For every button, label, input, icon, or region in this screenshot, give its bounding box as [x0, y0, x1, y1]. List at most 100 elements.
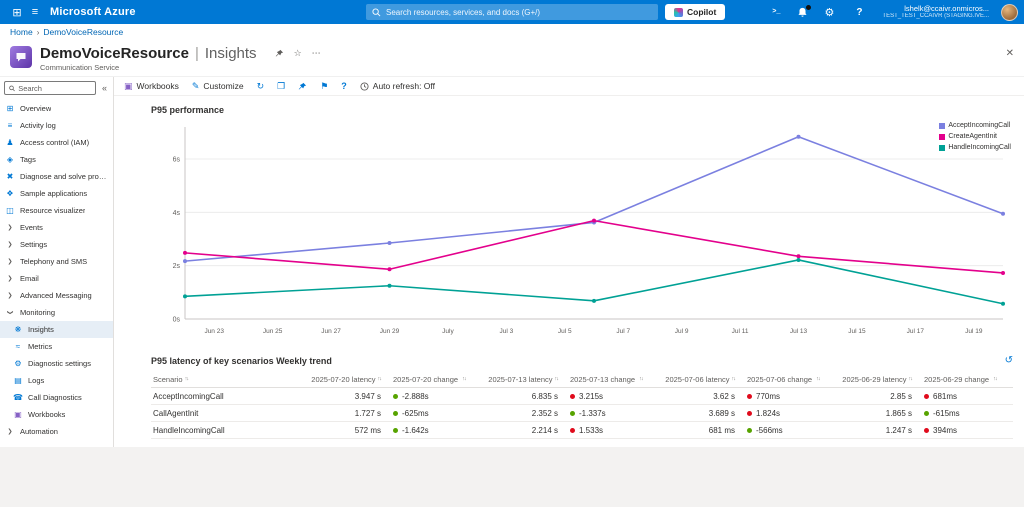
sidebar-item-advanced-messaging[interactable]: ❯Advanced Messaging	[0, 287, 113, 304]
customize-button[interactable]: ✎ Customize	[192, 81, 244, 92]
column-header-scenario[interactable]: Scenario↑↓	[151, 375, 301, 384]
workbooks-button[interactable]: ▣ Workbooks	[124, 81, 179, 92]
sidebar-item-telephony-and-sms[interactable]: ❯Telephony and SMS	[0, 253, 113, 270]
sidebar-item-logs[interactable]: ▤Logs	[0, 372, 113, 389]
sidebar-item-access-control-iam[interactable]: ♟Access control (IAM)	[0, 134, 113, 151]
sidebar-item-metrics[interactable]: ≈Metrics	[0, 338, 113, 355]
search-icon	[9, 85, 15, 92]
legend-item-handleincomingcall[interactable]: HandleIncomingCall	[939, 144, 1011, 151]
column-header-2025-07-06-change[interactable]: 2025-07-06 change↑↓	[735, 375, 832, 384]
sidebar-search[interactable]	[4, 81, 96, 95]
change-cell: 394ms	[912, 426, 1009, 435]
chart-legend: AcceptIncomingCall CreateAgentInit HandleI…	[937, 121, 1013, 152]
column-label: Scenario	[153, 375, 183, 384]
workbook-toolbar: ▣ Workbooks ✎ Customize ↻ ❐ ⚑ ? Auto ref…	[114, 77, 1024, 96]
latency-cell: 1.727 s	[301, 409, 381, 418]
trend-up-dot	[570, 394, 575, 399]
sidebar-item-tags[interactable]: ◈Tags	[0, 151, 113, 168]
svg-text:0s: 0s	[173, 317, 181, 324]
notifications-button[interactable]	[797, 7, 808, 18]
sidebar-item-label: Advanced Messaging	[20, 291, 92, 300]
breadcrumb-resource-link[interactable]: DemoVoiceResource	[43, 27, 123, 37]
pin-icon[interactable]	[275, 49, 284, 58]
scenario-cell: HandleIncomingCall	[151, 426, 301, 435]
column-header-2025-07-06-latency[interactable]: 2025-07-06 latency↑↓	[655, 375, 735, 384]
column-header-2025-06-29-change[interactable]: 2025-06-29 change↑↓	[912, 375, 1009, 384]
auto-refresh-label: Auto refresh: Off	[373, 81, 435, 91]
more-options-icon[interactable]: ⋯	[312, 48, 321, 59]
account-info[interactable]: lshelk@ccaivr.onmicros... TEST_TEST_CCAI…	[882, 4, 989, 21]
legend-swatch	[939, 134, 945, 140]
open-icon[interactable]: ❐	[277, 81, 285, 92]
page-subtitle: Insights	[205, 45, 257, 62]
p95-performance-chart: 0s2s4s6sJun 23Jun 25Jun 27Jun 29JulyJul …	[151, 119, 1013, 345]
column-header-2025-07-13-latency[interactable]: 2025-07-13 latency↑↓	[478, 375, 558, 384]
sidebar-item-settings[interactable]: ❯Settings	[0, 236, 113, 253]
sidebar-item-activity-log[interactable]: ≡Activity log	[0, 117, 113, 134]
auto-refresh-button[interactable]: Auto refresh: Off	[360, 81, 435, 91]
portal-menu-icon[interactable]: ≡	[26, 3, 44, 21]
undo-icon[interactable]: ↺	[1005, 355, 1013, 366]
pin-icon[interactable]	[298, 82, 307, 91]
change-value: -615ms	[933, 409, 960, 418]
legend-item-createagentinit[interactable]: CreateAgentInit	[939, 133, 1011, 140]
avatar[interactable]	[1001, 4, 1018, 21]
overview-icon: ⊞	[5, 104, 15, 113]
sidebar-item-workbooks[interactable]: ▣Workbooks	[0, 406, 113, 423]
close-icon[interactable]: ✕	[1006, 48, 1014, 59]
sidebar-collapse-icon[interactable]: «	[100, 83, 109, 93]
sidebar-item-monitoring[interactable]: ❯Monitoring	[0, 304, 113, 321]
feedback-flag-icon[interactable]: ⚑	[320, 81, 328, 92]
sidebar-item-automation[interactable]: ❯Automation	[0, 423, 113, 440]
workbooks-icon: ▣	[124, 81, 133, 92]
account-email: lshelk@ccaivr.onmicros...	[882, 4, 989, 13]
sidebar-item-label: Metrics	[28, 342, 52, 351]
column-header-2025-07-20-change[interactable]: 2025-07-20 change↑↓	[381, 375, 478, 384]
change-value: 3.215s	[579, 392, 603, 401]
sort-arrows-icon: ↑↓	[993, 376, 997, 382]
cloud-shell-icon[interactable]: >_	[767, 3, 785, 21]
sidebar-item-label: Sample applications	[20, 189, 87, 198]
chevron-right-icon: ❯	[5, 241, 15, 248]
help-icon[interactable]: ?	[850, 3, 868, 21]
sidebar-item-resource-visualizer[interactable]: ◫Resource visualizer	[0, 202, 113, 219]
sidebar-item-diagnostic-settings[interactable]: ⚙Diagnostic settings	[0, 355, 113, 372]
breadcrumb-home-link[interactable]: Home	[10, 27, 33, 37]
sidebar-item-insights[interactable]: ❋Insights	[0, 321, 113, 338]
sidebar-item-overview[interactable]: ⊞Overview	[0, 100, 113, 117]
sidebar-item-email[interactable]: ❯Email	[0, 270, 113, 287]
sidebar-item-diagnose-and-solve-problems[interactable]: ✖Diagnose and solve problems	[0, 168, 113, 185]
column-header-2025-06-29-latency[interactable]: 2025-06-29 latency↑↓	[832, 375, 912, 384]
azure-brand[interactable]: Microsoft Azure	[50, 6, 136, 18]
change-value: 681ms	[933, 392, 957, 401]
sidebar-search-input[interactable]	[18, 84, 91, 93]
change-value: -625ms	[402, 409, 429, 418]
svg-text:2s: 2s	[173, 263, 181, 270]
refresh-icon[interactable]: ↻	[257, 81, 265, 92]
diagnose-icon: ✖	[5, 172, 15, 181]
copilot-button[interactable]: Copilot	[665, 4, 725, 20]
sidebar-item-events[interactable]: ❯Events	[0, 219, 113, 236]
workbooks-label: Workbooks	[137, 81, 179, 91]
clock-icon	[360, 82, 369, 91]
legend-item-acceptincomingcall[interactable]: AcceptIncomingCall	[939, 122, 1011, 129]
global-search-input[interactable]	[386, 8, 652, 17]
svg-text:Jul 15: Jul 15	[848, 328, 866, 335]
help-icon[interactable]: ?	[341, 81, 347, 91]
sidebar-item-call-diagnostics[interactable]: ☎Call Diagnostics	[0, 389, 113, 406]
sidebar-item-label: Activity log	[20, 121, 56, 130]
column-header-2025-07-20-latency[interactable]: 2025-07-20 latency↑↓	[301, 375, 381, 384]
column-header-2025-07-13-change[interactable]: 2025-07-13 change↑↓	[558, 375, 655, 384]
change-cell: -1.642s	[381, 426, 478, 435]
account-tenant: TEST_TEST_CCAIVR (STAGING.IVE...	[882, 13, 989, 21]
favorite-star-icon[interactable]: ☆	[294, 48, 302, 59]
page-title: DemoVoiceResource	[40, 45, 189, 62]
settings-gear-icon[interactable]: ⚙	[820, 3, 838, 21]
change-value: 394ms	[933, 426, 957, 435]
chevron-right-icon: ❯	[5, 224, 15, 231]
waffle-menu-icon[interactable]: ⊞	[8, 3, 26, 21]
global-search[interactable]	[366, 4, 658, 20]
scenario-cell: AcceptIncomingCall	[151, 392, 301, 401]
sidebar-item-sample-applications[interactable]: ❖Sample applications	[0, 185, 113, 202]
legend-swatch	[939, 145, 945, 151]
